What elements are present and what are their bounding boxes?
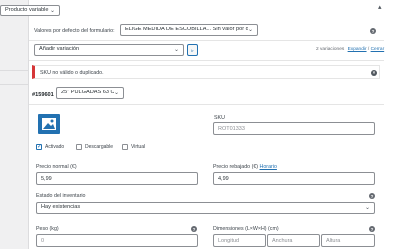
variation-attribute-select[interactable]: 25" PULGADAS 63 CM ⌄ xyxy=(56,87,124,99)
expand-link[interactable]: Expandir xyxy=(348,47,367,52)
weight-placeholder: 0 xyxy=(41,237,45,244)
chevron-down-icon: ⌄ xyxy=(364,205,370,211)
width-input[interactable]: Anchura xyxy=(267,234,320,247)
sku-placeholder: ROT01333 xyxy=(218,125,245,132)
checkbox-descargable[interactable]: Descargable xyxy=(76,144,113,150)
checkbox-virtual-label: Virtual xyxy=(131,144,146,150)
sale-price-label-text: Precio rebajado (€) xyxy=(213,164,259,170)
help-icon[interactable]: ? xyxy=(370,28,376,34)
pagination-separator: / xyxy=(367,47,370,52)
regular-price-input[interactable]: 5,99 xyxy=(36,172,198,185)
height-placeholder: Altura xyxy=(326,237,341,244)
width-placeholder: Anchura xyxy=(272,237,293,244)
defaults-label: Valores por defecto del formulario: xyxy=(34,28,115,34)
variation-image-icon[interactable] xyxy=(38,114,60,134)
product-type-select[interactable]: Producto variable ⌄ xyxy=(0,5,60,16)
checkbox-virtual-box[interactable] xyxy=(122,144,128,150)
help-icon[interactable]: ? xyxy=(191,226,197,232)
weight-input[interactable]: 0 xyxy=(36,234,198,247)
checkbox-activado-label: Activado xyxy=(45,144,65,150)
help-icon[interactable]: ? xyxy=(369,193,375,199)
checkbox-activado-box[interactable] xyxy=(36,143,42,150)
divider xyxy=(29,104,384,105)
chevron-down-icon: ⌄ xyxy=(113,90,119,96)
help-icon[interactable]: ? xyxy=(369,226,375,232)
defaults-select[interactable]: ELIGE MEDIDA DE ESCOBILLA... Sin valor p… xyxy=(120,24,258,36)
checkbox-virtual[interactable]: Virtual xyxy=(122,144,145,150)
variation-count: 2 variaciones xyxy=(316,47,345,52)
checkbox-descargable-box[interactable] xyxy=(76,144,82,150)
sidebar-divider xyxy=(0,84,28,85)
checkbox-activado[interactable]: Activado xyxy=(36,143,65,150)
error-notice: SKU no válido o duplicado. × xyxy=(32,65,380,79)
divider xyxy=(29,40,384,41)
chevron-down-icon: ⌄ xyxy=(49,7,55,14)
regular-price-value: 5,99 xyxy=(41,175,52,182)
variations-pagination: 2 variaciones Expandir / Cerrar xyxy=(316,47,384,52)
add-variation-select[interactable]: Añadir variación ⌄ xyxy=(34,44,184,56)
stock-status-value: Hay existencias xyxy=(41,204,81,211)
chevron-down-icon: ⌄ xyxy=(173,47,179,53)
sale-price-input[interactable]: 4,99 xyxy=(213,172,375,185)
close-link[interactable]: Cerrar xyxy=(371,47,385,52)
admin-sidebar-strip xyxy=(0,0,28,249)
variation-id: #159601 xyxy=(32,92,54,98)
defaults-value: ELIGE MEDIDA DE ESCOBILLA... Sin valor p… xyxy=(125,27,248,33)
product-type-value: Producto variable xyxy=(5,6,49,13)
sku-input[interactable]: ROT01333 xyxy=(213,122,375,135)
collapse-icon[interactable]: ▴ xyxy=(378,3,382,11)
go-label: Ir xyxy=(191,47,194,53)
length-placeholder: Longitud xyxy=(218,237,240,244)
stock-status-label: Estado del inventario xyxy=(36,193,86,199)
divider xyxy=(29,60,384,61)
error-notice-text: SKU no válido o duplicado. xyxy=(40,70,104,76)
schedule-link[interactable]: Horario xyxy=(260,164,277,170)
checkbox-descargable-label: Descargable xyxy=(85,144,114,150)
sidebar-divider xyxy=(0,70,28,71)
length-input[interactable]: Longitud xyxy=(213,234,266,247)
right-gutter xyxy=(384,0,400,249)
add-variation-value: Añadir variación xyxy=(39,46,80,53)
height-input[interactable]: Altura xyxy=(321,234,375,247)
sale-price-label: Precio rebajado (€) Horario xyxy=(213,164,277,170)
dimensions-label: Dimensiones (L×W×H) (cm) xyxy=(213,226,279,232)
go-button[interactable]: Ir xyxy=(187,44,198,56)
sku-label: SKU xyxy=(214,115,225,121)
sale-price-value: 4,99 xyxy=(218,175,229,182)
variation-attribute-value: 25" PULGADAS 63 CM xyxy=(61,90,114,96)
stock-status-select[interactable]: Hay existencias ⌄ xyxy=(36,202,375,214)
regular-price-label: Precio normal (€) xyxy=(36,164,77,170)
weight-label: Peso (kg) xyxy=(36,226,59,232)
chevron-down-icon: ⌄ xyxy=(247,27,253,33)
dismiss-icon[interactable]: × xyxy=(371,69,377,76)
